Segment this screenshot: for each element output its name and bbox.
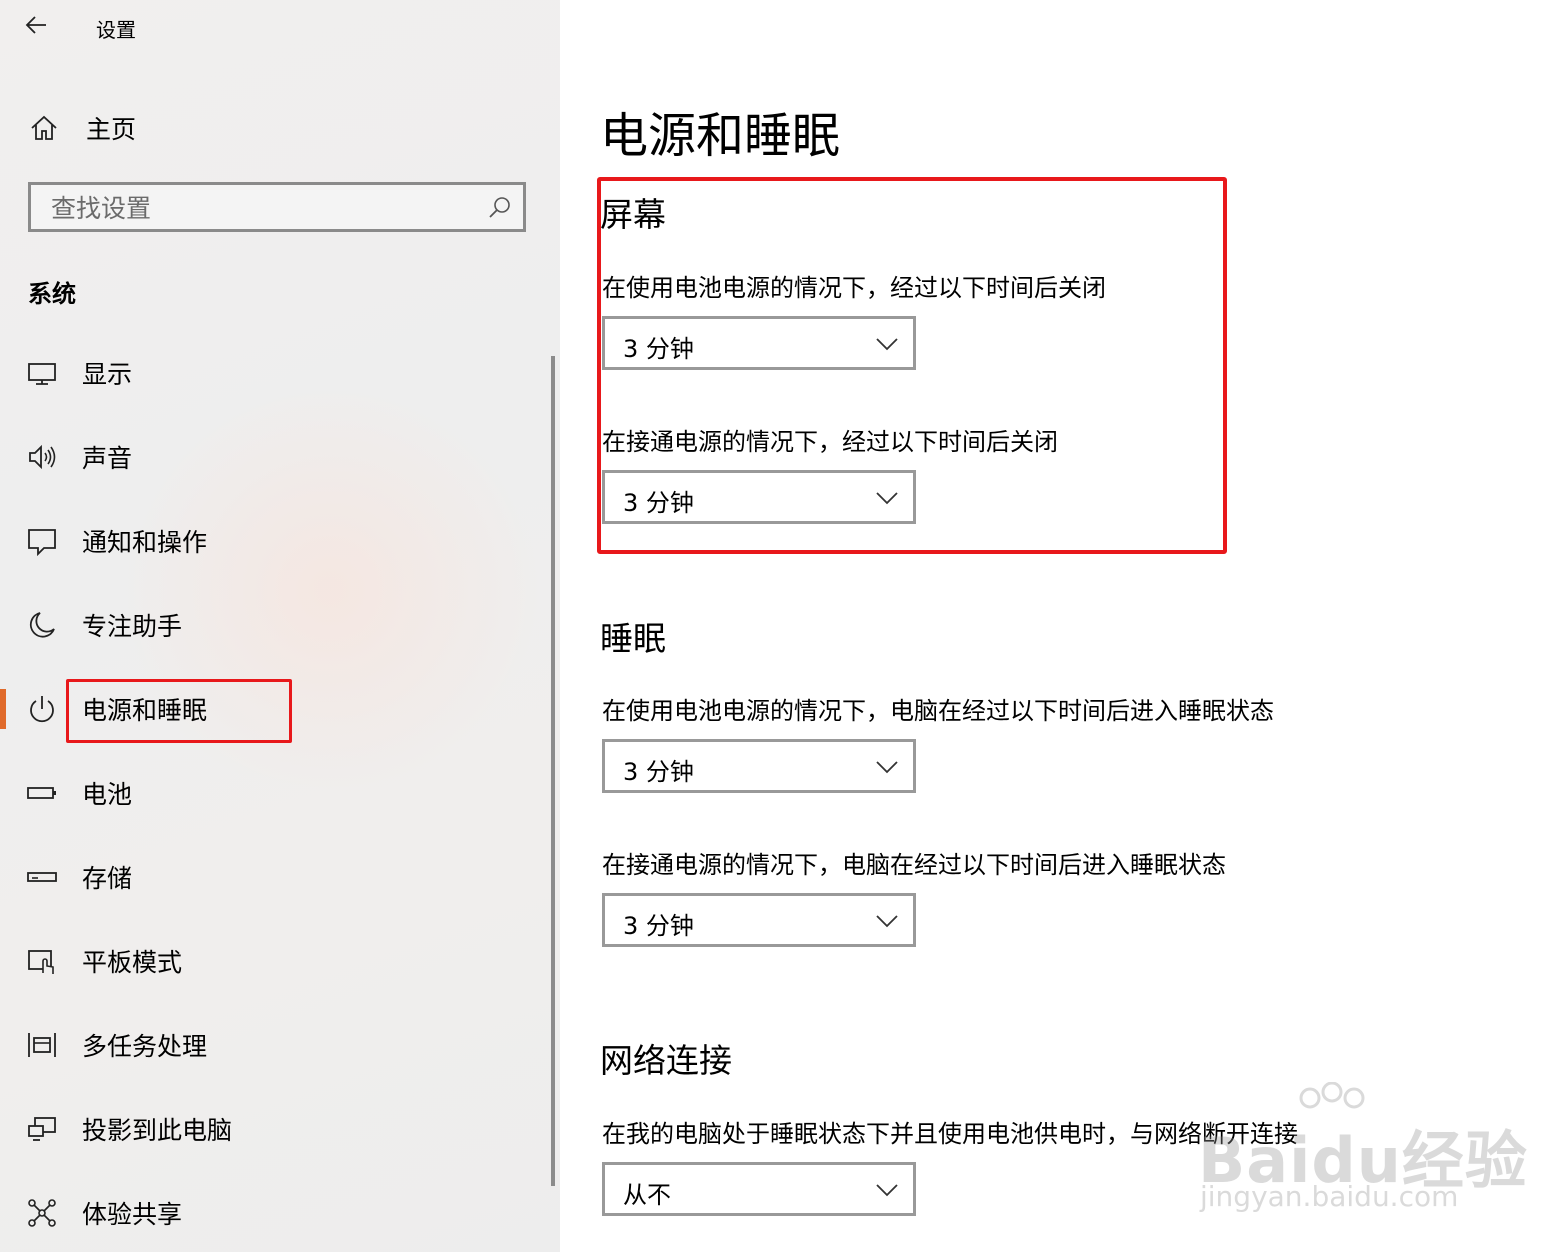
sidebar-item-home[interactable]: 主页: [28, 108, 136, 148]
sidebar-item-label: 平板模式: [82, 948, 183, 977]
sidebar-item-label: 存储: [82, 864, 133, 893]
page-title: 电源和睡眠: [600, 108, 841, 164]
screen-plugged-description: 在接通电源的情况下，经过以下时间后关闭: [602, 428, 1058, 456]
sidebar-item-battery[interactable]: 电池: [0, 765, 560, 821]
tablet-mode-icon: [28, 950, 54, 974]
screen-plugged-dropdown[interactable]: 3 分钟: [602, 470, 916, 524]
chevron-down-icon: [876, 492, 898, 505]
main-content: 电源和睡眠 屏幕 在使用电池电源的情况下，经过以下时间后关闭 3 分钟 在接通电…: [560, 0, 1559, 1252]
search-icon[interactable]: [487, 195, 513, 221]
project-icon: [28, 1117, 56, 1141]
dropdown-value: 3 分钟: [623, 912, 694, 940]
dropdown-value: 3 分钟: [623, 758, 694, 786]
multitasking-icon: [28, 1033, 56, 1057]
back-arrow-icon[interactable]: [22, 10, 52, 40]
sidebar: 设置 主页 系统 显示 声音 通知和操作: [0, 0, 560, 1252]
network-battery-dropdown[interactable]: 从不: [602, 1162, 916, 1216]
sleep-plugged-dropdown[interactable]: 3 分钟: [602, 893, 916, 947]
search-box[interactable]: [28, 182, 526, 232]
window-title: 设置: [96, 18, 136, 42]
sidebar-item-project-to-pc[interactable]: 投影到此电脑: [0, 1101, 560, 1157]
sidebar-item-shared-experiences[interactable]: 体验共享: [0, 1185, 560, 1241]
moon-icon: [29, 612, 55, 638]
dropdown-value: 3 分钟: [623, 489, 694, 517]
dropdown-value: 从不: [623, 1181, 671, 1209]
watermark: Baidu经验 jingyan.baidu.com: [1192, 1080, 1527, 1230]
sidebar-item-multitasking[interactable]: 多任务处理: [0, 1017, 560, 1073]
sidebar-item-label: 电池: [82, 780, 133, 809]
sleep-battery-description: 在使用电池电源的情况下，电脑在经过以下时间后进入睡眠状态: [602, 697, 1274, 725]
sidebar-item-display[interactable]: 显示: [0, 345, 560, 401]
sidebar-item-label: 通知和操作: [82, 528, 208, 557]
chevron-down-icon: [876, 338, 898, 351]
section-label-system: 系统: [28, 280, 76, 308]
share-icon: [28, 1199, 56, 1227]
screen-battery-dropdown[interactable]: 3 分钟: [602, 316, 916, 370]
power-icon: [30, 696, 54, 723]
sidebar-item-label: 声音: [82, 444, 133, 473]
sidebar-item-label: 投影到此电脑: [82, 1116, 233, 1145]
chevron-down-icon: [876, 1184, 898, 1197]
monitor-icon: [28, 363, 56, 385]
sidebar-item-storage[interactable]: 存储: [0, 849, 560, 905]
highlight-box-power-sleep: [66, 679, 292, 743]
sidebar-scrollbar[interactable]: [551, 356, 555, 1186]
screen-battery-description: 在使用电池电源的情况下，经过以下时间后关闭: [602, 274, 1106, 302]
sidebar-item-tablet-mode[interactable]: 平板模式: [0, 933, 560, 989]
home-icon: [31, 115, 57, 140]
section-title-sleep: 睡眠: [600, 619, 666, 658]
sidebar-item-notifications[interactable]: 通知和操作: [0, 513, 560, 569]
notification-icon: [28, 529, 56, 557]
sidebar-item-label: 专注助手: [82, 612, 183, 641]
section-title-network: 网络连接: [600, 1041, 732, 1080]
speaker-icon: [29, 444, 56, 470]
active-indicator: [0, 689, 6, 729]
sidebar-item-label: 体验共享: [82, 1200, 183, 1229]
chevron-down-icon: [876, 915, 898, 928]
dropdown-value: 3 分钟: [623, 335, 694, 363]
search-input[interactable]: [49, 185, 483, 231]
sleep-battery-dropdown[interactable]: 3 分钟: [602, 739, 916, 793]
sidebar-item-focus-assist[interactable]: 专注助手: [0, 597, 560, 653]
watermark-url: jingyan.baidu.com: [1200, 1180, 1459, 1213]
section-title-screen: 屏幕: [600, 195, 666, 234]
sidebar-item-sound[interactable]: 声音: [0, 429, 560, 485]
sleep-plugged-description: 在接通电源的情况下，电脑在经过以下时间后进入睡眠状态: [602, 851, 1226, 879]
sidebar-item-label: 显示: [82, 360, 133, 389]
battery-icon: [27, 787, 56, 799]
sidebar-item-label: 主页: [86, 115, 137, 144]
chevron-down-icon: [876, 761, 898, 774]
sidebar-item-label: 多任务处理: [82, 1032, 208, 1061]
storage-icon: [27, 872, 57, 882]
